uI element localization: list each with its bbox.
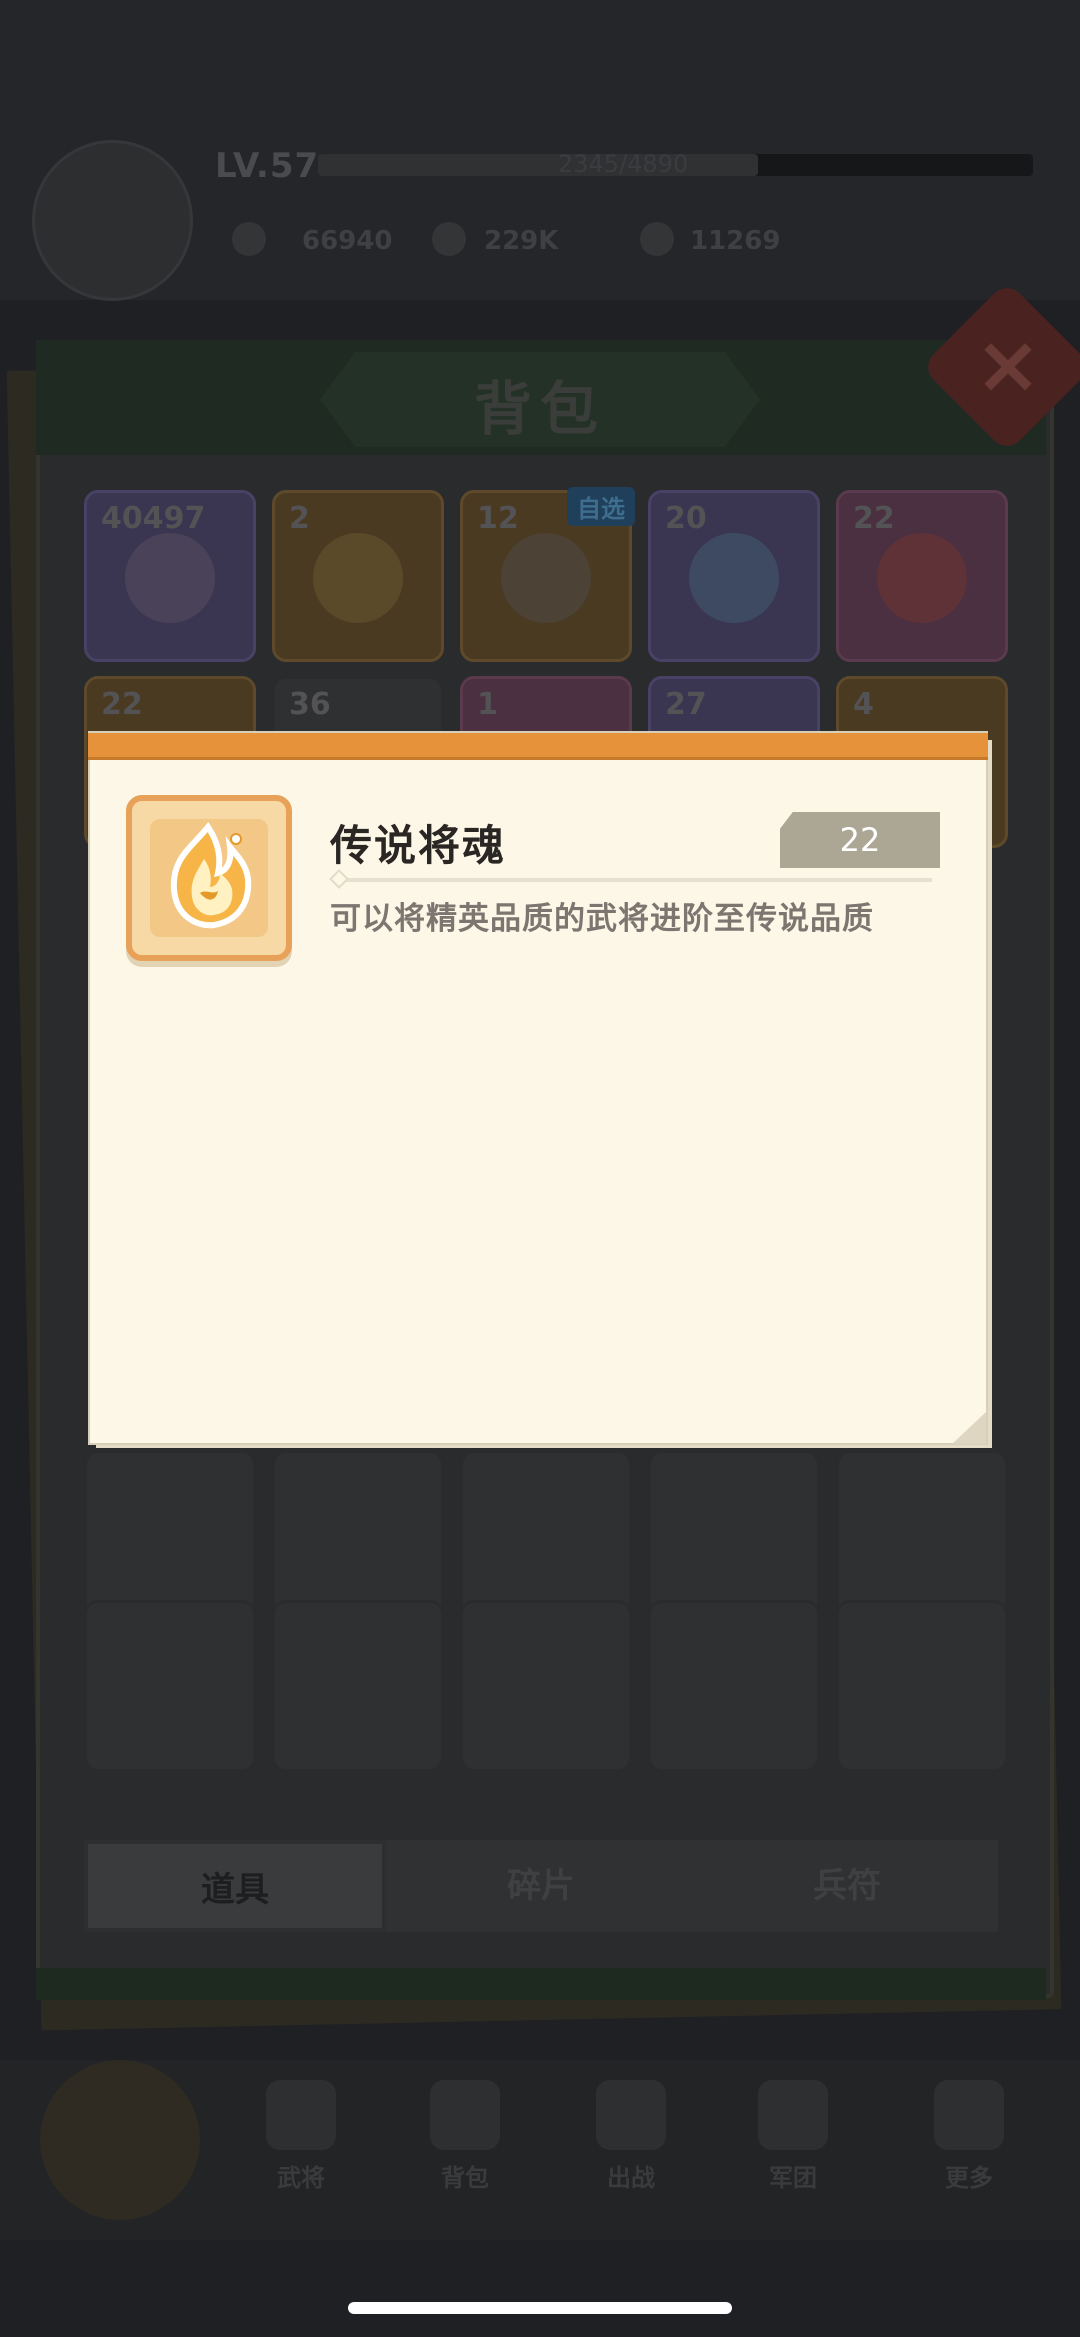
nav-label: 武将	[277, 2164, 325, 2192]
bag-slot[interactable]: 40497	[84, 490, 256, 662]
item-icon	[877, 533, 967, 623]
resource-food: 11269	[690, 226, 781, 256]
battle-icon	[596, 2080, 666, 2150]
slot-count: 4	[853, 687, 874, 722]
item-count: 22	[839, 821, 881, 859]
resource-coins: 229K	[484, 226, 559, 256]
slot-count: 22	[853, 501, 895, 536]
nav-label: 军团	[769, 2164, 817, 2192]
nav-label: 出战	[607, 2164, 655, 2192]
player-avatar[interactable]	[32, 140, 193, 301]
slot-count: 36	[289, 687, 331, 722]
nav-bag[interactable]: 背包	[400, 2080, 530, 2193]
bag-slot[interactable]: 12 自选	[460, 487, 635, 662]
nav-more[interactable]: 更多	[904, 2080, 1034, 2193]
bag-slot[interactable]: 20	[648, 490, 820, 662]
bag-slot[interactable]: 2	[272, 490, 444, 662]
item-icon	[689, 533, 779, 623]
nav-battle[interactable]: 出战	[566, 2080, 696, 2193]
slot-tag: 自选	[567, 487, 635, 526]
item-name: 传说将魂	[330, 821, 507, 870]
item-detail-topbar	[88, 733, 988, 760]
nav-label: 更多	[945, 2164, 993, 2192]
bag-slot-empty[interactable]	[84, 1450, 256, 1622]
bag-panel-footer	[36, 1968, 1046, 2000]
item-icon	[125, 533, 215, 623]
bag-icon	[430, 2080, 500, 2150]
bag-slot-empty[interactable]	[272, 1450, 444, 1622]
bag-slot-empty[interactable]	[84, 1600, 256, 1772]
food-icon	[640, 222, 674, 256]
slot-count: 22	[101, 687, 143, 722]
slot-count: 27	[665, 687, 707, 722]
item-icon	[313, 533, 403, 623]
nav-hero[interactable]: 武将	[236, 2080, 366, 2193]
bag-title: 背包	[473, 375, 606, 443]
item-description: 可以将精英品质的武将进阶至传说品质	[330, 901, 874, 937]
bag-slot-empty[interactable]	[648, 1600, 820, 1772]
nav-label: 背包	[441, 2164, 489, 2192]
bag-slot-empty[interactable]	[836, 1600, 1008, 1772]
exp-bar: 2345/4890	[318, 150, 1033, 178]
item-icon	[501, 533, 591, 623]
bag-slot[interactable]: 22	[836, 490, 1008, 662]
tab-items[interactable]: 道具	[84, 1840, 386, 1932]
tab-fragments[interactable]: 碎片	[390, 1840, 692, 1932]
hero-icon	[266, 2080, 336, 2150]
home-indicator[interactable]	[348, 2302, 732, 2314]
slot-count: 12	[477, 501, 519, 536]
player-level: LV.57	[215, 146, 320, 186]
exp-bar-fill	[318, 154, 758, 176]
tab-tokens[interactable]: 兵符	[696, 1840, 998, 1932]
slot-count: 2	[289, 501, 310, 536]
exp-text: 2345/4890	[558, 150, 689, 178]
nav-legion[interactable]: 军团	[728, 2080, 858, 2193]
bag-slot-empty[interactable]	[272, 1600, 444, 1772]
resource-gems: 66940	[302, 226, 393, 256]
slot-count: 40497	[101, 501, 206, 536]
main-menu-icon[interactable]	[40, 2060, 200, 2220]
title-divider	[332, 878, 932, 882]
bag-slot-empty[interactable]	[460, 1450, 632, 1622]
slot-count: 1	[477, 687, 498, 722]
bag-slot-empty[interactable]	[460, 1600, 632, 1772]
gem-icon	[232, 222, 266, 256]
legion-icon	[758, 2080, 828, 2150]
bag-slot-empty[interactable]	[836, 1450, 1008, 1622]
legendary-soul-flame-icon	[150, 819, 268, 937]
coin-icon	[432, 222, 466, 256]
bag-slot-empty[interactable]	[648, 1450, 820, 1622]
slot-count: 20	[665, 501, 707, 536]
more-icon	[934, 2080, 1004, 2150]
item-detail-icon-frame	[126, 795, 292, 961]
close-icon[interactable]: ×	[968, 320, 1048, 410]
